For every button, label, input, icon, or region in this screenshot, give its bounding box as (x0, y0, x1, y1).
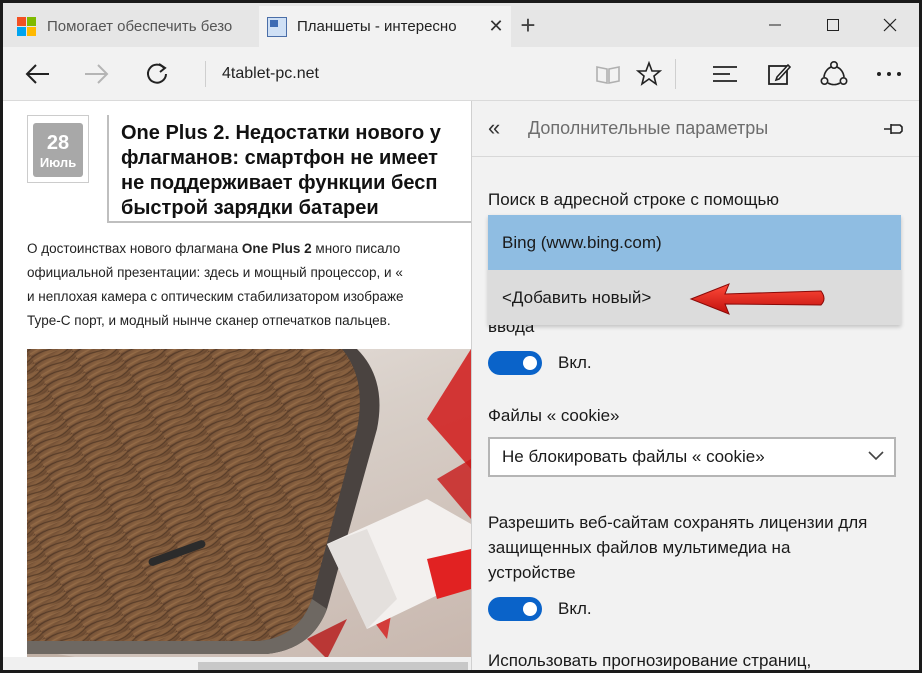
pin-icon[interactable] (882, 119, 906, 139)
toggle-state-label: Вкл. (558, 353, 592, 372)
maximize-icon (827, 19, 839, 31)
new-tab-button[interactable]: + (513, 11, 543, 41)
option-bing[interactable]: Bing (www.bing.com) (488, 215, 901, 270)
back-button[interactable] (17, 54, 57, 94)
article-title-box: One Plus 2. Недостатки нового у флагмано… (107, 115, 471, 223)
calendar-icon: 28 Июль (33, 123, 83, 177)
cookies-label: Файлы « cookie» (488, 406, 620, 425)
cookies-select[interactable]: Не блокировать файлы « cookie» (488, 437, 896, 477)
search-suggestions-toggle[interactable] (488, 351, 542, 375)
reading-view-icon (596, 66, 620, 84)
hub-icon (713, 66, 737, 82)
tab-label: Планшеты - интересно (297, 18, 457, 35)
cookies-select-value: Не блокировать файлы « cookie» (502, 447, 765, 466)
refresh-icon (147, 63, 167, 84)
article-photo (27, 349, 471, 659)
web-page-content: 28 Июль One Plus 2. Недостатки нового у … (3, 101, 471, 670)
article-title-line[interactable]: One Plus 2. Недостатки нового у (121, 121, 471, 146)
licenses-label-line: Разрешить веб-сайтам сохранять лицензии … (488, 513, 868, 532)
close-icon (883, 18, 897, 32)
search-engine-label: Поиск в адресной строке с помощью (488, 190, 780, 209)
phone-photo-illustration (27, 349, 471, 659)
minimize-button[interactable] (746, 3, 804, 47)
toggle-state-label: Вкл. (558, 599, 592, 618)
tab-label: Помогает обеспечить безо (47, 18, 233, 35)
microsoft-logo-icon (17, 16, 37, 37)
article-title-line[interactable]: быстрой зарядки батареи (121, 196, 471, 221)
forward-button[interactable] (77, 54, 117, 94)
article-line: О достоинствах нового флагмана One Plus … (27, 237, 471, 261)
pen-note-icon (768, 63, 791, 85)
article-line: Type-C порт, и модный нынче сканер отпеч… (27, 313, 391, 328)
more-dots-icon (877, 72, 901, 76)
scrollbar-thumb[interactable] (198, 662, 468, 670)
site-favicon-icon (267, 16, 287, 37)
date-badge: 28 Июль (27, 115, 89, 183)
web-note-button[interactable] (759, 54, 799, 94)
more-button[interactable] (869, 54, 909, 94)
star-icon (636, 61, 662, 86)
arrow-left-icon (25, 64, 49, 84)
tab-bar: Помогает обеспечить безо Планшеты - инте… (3, 3, 919, 47)
tab-microsoft[interactable]: Помогает обеспечить безо (9, 6, 255, 47)
horizontal-scrollbar[interactable] (3, 657, 471, 670)
maximize-button[interactable] (804, 3, 862, 47)
article-line: официальной презентации: здесь и мощный … (27, 265, 403, 280)
tab-tablets[interactable]: Планшеты - интересно ✕ (259, 6, 511, 47)
reading-view-button[interactable] (588, 54, 628, 94)
minimize-icon (769, 24, 781, 26)
browser-window: Помогает обеспечить безо Планшеты - инте… (0, 0, 922, 673)
page-prediction-label: Использовать прогнозирование страниц, (488, 651, 812, 670)
navigation-bar: 4tablet-pc.net (3, 47, 919, 101)
close-tab-icon[interactable]: ✕ (481, 16, 511, 37)
red-arrow-annotation (689, 283, 825, 315)
article-line: и неплохая камера с оптическим стабилиза… (27, 289, 404, 304)
article-text: много писало (311, 241, 401, 256)
article-title-line[interactable]: флагманов: смартфон не имеет (121, 146, 471, 171)
pane-header: « Дополнительные параметры (472, 101, 919, 157)
article-body: О достоинствах нового флагмана One Plus … (27, 237, 471, 333)
favorite-button[interactable] (629, 54, 669, 94)
refresh-button[interactable] (137, 54, 177, 94)
share-button[interactable] (814, 54, 854, 94)
licenses-toggle[interactable] (488, 597, 542, 621)
pane-title: Дополнительные параметры (528, 118, 769, 138)
double-chevron-left-icon[interactable]: « (488, 115, 500, 141)
article-text: О достоинствах нового флагмана (27, 241, 242, 256)
licenses-label-line: устройстве (488, 563, 576, 582)
article-title-line[interactable]: не поддерживает функции бесп (121, 171, 471, 196)
article-bold-text: One Plus 2 (241, 241, 312, 256)
chevron-down-icon (868, 451, 884, 461)
hub-button[interactable] (705, 54, 745, 94)
toolbar-divider (675, 59, 676, 89)
date-month: Июль (39, 155, 77, 170)
date-day: 28 (46, 132, 70, 154)
licenses-label-line: защищенных файлов мультимедиа на (488, 538, 791, 557)
arrow-right-icon (85, 64, 109, 84)
share-icon (820, 60, 848, 86)
address-bar[interactable]: 4tablet-pc.net (205, 61, 319, 87)
close-window-button[interactable] (861, 3, 919, 47)
licenses-label: Разрешить веб-сайтам сохранять лицензии … (488, 510, 908, 585)
advanced-settings-pane: « Дополнительные параметры Поиск в адрес… (471, 101, 919, 670)
